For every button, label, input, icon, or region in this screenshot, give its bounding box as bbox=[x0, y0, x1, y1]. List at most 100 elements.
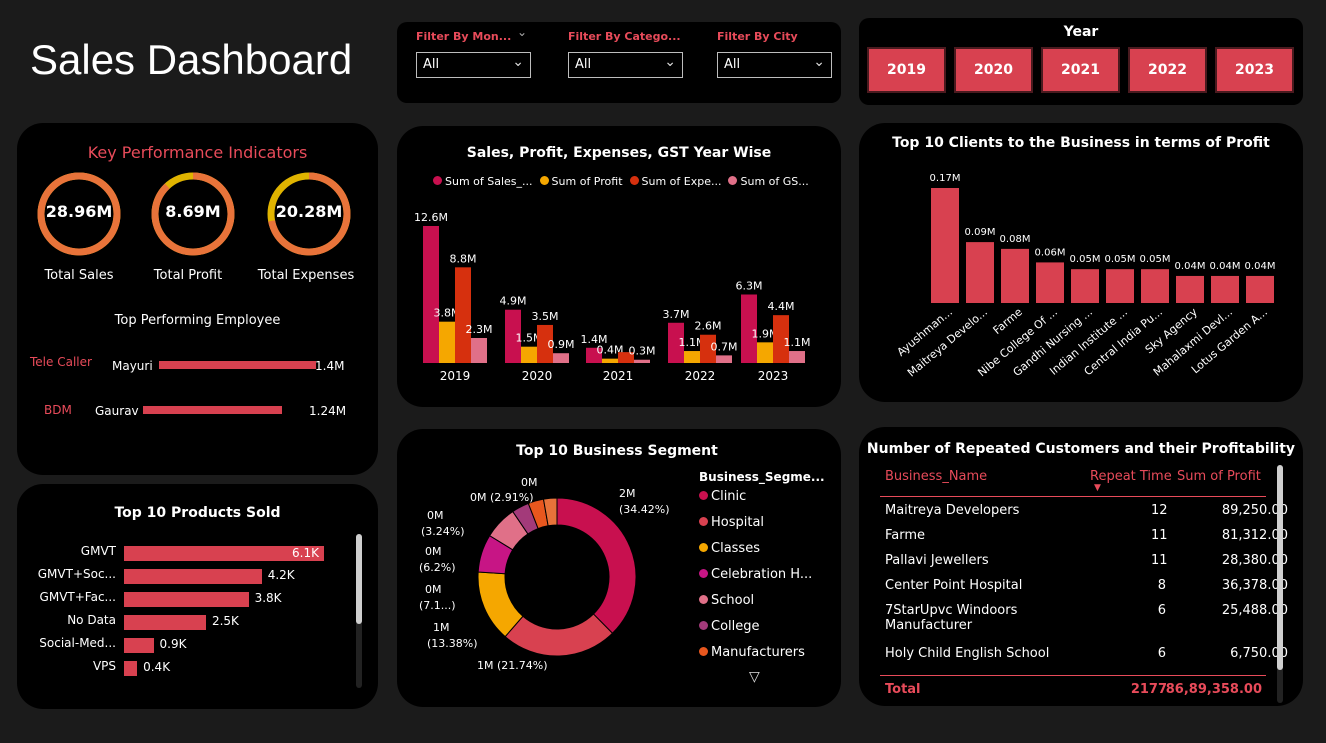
year-button-2021[interactable]: 2021 bbox=[1041, 47, 1120, 93]
year-button-2020[interactable]: 2020 bbox=[954, 47, 1033, 93]
client-bar bbox=[1211, 275, 1239, 303]
employee-bar bbox=[143, 406, 283, 414]
sort-desc-icon[interactable]: ▼ bbox=[1094, 483, 1101, 493]
data-label: 6.3M bbox=[736, 280, 763, 293]
filter-city-label: Filter By City bbox=[717, 30, 798, 43]
page-title: Sales Dashboard bbox=[30, 36, 353, 83]
slice-label: 1M bbox=[433, 621, 450, 634]
segments-panel: Top 10 Business Segment 2M (34.42%) 1M (21… bbox=[397, 429, 841, 707]
legend-item[interactable]: Hospital bbox=[699, 515, 764, 530]
data-label: 0.06M bbox=[1035, 247, 1066, 258]
employee-name: Mayuri bbox=[112, 359, 153, 373]
filter-city[interactable]: Filter By City All ⌄ bbox=[717, 30, 832, 78]
kpi-title: Key Performance Indicators bbox=[87, 143, 308, 162]
table-row[interactable]: Holy Child English School 6 6,750.00 bbox=[885, 646, 1288, 661]
employee-value: 1.24M bbox=[309, 404, 347, 418]
legend-item[interactable]: Celebration H... bbox=[699, 567, 812, 582]
product-bar[interactable] bbox=[124, 592, 249, 607]
table-row[interactable]: Farme 11 81,312.00 bbox=[885, 528, 1288, 543]
table-row[interactable]: Pallavi Jewellers 11 28,380.00 bbox=[885, 553, 1288, 568]
bar-2023-1 bbox=[757, 342, 773, 363]
filter-month-select[interactable]: All ⌄ bbox=[416, 52, 531, 78]
employee-role: Tele Caller bbox=[30, 355, 92, 369]
product-bar[interactable] bbox=[124, 615, 206, 630]
year-button-2019[interactable]: 2019 bbox=[867, 47, 946, 93]
filter-city-value: All bbox=[724, 57, 741, 72]
cell-repeat-time: 6 bbox=[1157, 603, 1166, 618]
cell-repeat-time: 11 bbox=[1151, 528, 1168, 543]
legend-dot bbox=[699, 543, 708, 552]
product-bar[interactable] bbox=[124, 661, 138, 676]
legend-label: Manufacturers bbox=[711, 645, 805, 660]
year-button-2023[interactable]: 2023 bbox=[1215, 47, 1294, 93]
donut-slice-Hospital bbox=[504, 613, 614, 657]
x-tick-label: 2019 bbox=[440, 369, 471, 383]
repeat-table-title: Number of Repeated Customers and their P… bbox=[866, 441, 1296, 457]
client-bar bbox=[1106, 269, 1134, 303]
legend-label: Classes bbox=[711, 541, 760, 556]
cell-business-name: 7StarUpvc Windoors bbox=[885, 603, 1018, 618]
product-label: GMVT+Fac... bbox=[39, 590, 116, 604]
bar-2022-1 bbox=[684, 351, 700, 363]
employee-role: BDM bbox=[44, 403, 72, 417]
employee-title: Top Performing Employee bbox=[114, 313, 281, 328]
slice-percent-label: (3.24%) bbox=[421, 525, 465, 538]
product-value: 2.5K bbox=[211, 614, 239, 628]
total-expenses-value: 20.28M bbox=[275, 202, 343, 221]
filter-category[interactable]: Filter By Catego... All ⌄ bbox=[568, 30, 683, 78]
legend-item[interactable]: School bbox=[699, 593, 754, 608]
scrollbar-thumb[interactable] bbox=[1277, 465, 1283, 670]
column-header-sum-of-profit[interactable]: Sum of Profit bbox=[1177, 469, 1261, 484]
product-bar[interactable] bbox=[124, 638, 154, 653]
slice-label: 0M bbox=[521, 476, 538, 489]
table-scrollbar[interactable] bbox=[1277, 465, 1283, 703]
segments-legend-title: Business_Segme... bbox=[699, 470, 825, 484]
data-label: 12.6M bbox=[414, 211, 448, 224]
data-label: 2.6M bbox=[695, 320, 722, 333]
product-value: 0.4K bbox=[143, 660, 171, 674]
legend-dot bbox=[699, 647, 708, 656]
scrollbar-thumb[interactable] bbox=[356, 534, 362, 624]
legend-item[interactable]: Classes bbox=[699, 541, 760, 556]
product-bar[interactable] bbox=[124, 569, 262, 584]
filter-month[interactable]: Filter By Mon... All ⌄ bbox=[416, 30, 531, 78]
data-label: 4.9M bbox=[500, 295, 527, 308]
filter-city-select[interactable]: All ⌄ bbox=[717, 52, 832, 78]
slice-percent-label: (13.38%) bbox=[427, 637, 478, 650]
header-divider bbox=[880, 496, 1266, 497]
cell-business-name: Farme bbox=[885, 528, 926, 543]
segments-donut: 2M (34.42%) 1M (21.74%) 1M (13.38%) 0M (7.1...… bbox=[419, 476, 670, 672]
column-header-business-name[interactable]: Business_Name bbox=[885, 469, 987, 484]
column-header-repeat-time[interactable]: Repeat Time bbox=[1090, 469, 1172, 484]
product-label: VPS bbox=[92, 659, 116, 673]
legend-item[interactable]: Manufacturers bbox=[699, 645, 805, 660]
filter-category-select[interactable]: All ⌄ bbox=[568, 52, 683, 78]
table-row[interactable]: Maitreya Developers 12 89,250.00 bbox=[885, 503, 1288, 518]
table-row[interactable]: Center Point Hospital 8 36,378.00 bbox=[885, 578, 1288, 593]
product-value: 4.2K bbox=[267, 568, 295, 582]
data-label: 0.04M bbox=[1175, 261, 1206, 272]
legend-item[interactable]: College bbox=[699, 619, 760, 634]
legend-label: College bbox=[711, 619, 760, 634]
year-button-2022[interactable]: 2022 bbox=[1128, 47, 1207, 93]
bar-2021-3 bbox=[634, 359, 650, 363]
data-label: 0.04M bbox=[1245, 261, 1276, 272]
products-scrollbar[interactable] bbox=[356, 534, 362, 688]
yearwise-panel: Sales, Profit, Expenses, GST Year Wise S… bbox=[397, 126, 841, 407]
legend-label: Hospital bbox=[711, 515, 765, 530]
product-label: GMVT+Soc... bbox=[37, 567, 116, 581]
legend-item[interactable]: Clinic bbox=[699, 489, 746, 504]
donut-slice-Clinic bbox=[556, 497, 637, 634]
filter-category-label: Filter By Catego... bbox=[568, 30, 681, 43]
bar-2019-3 bbox=[471, 337, 487, 363]
slice-label: 0M bbox=[427, 509, 444, 522]
cell-repeat-time: 11 bbox=[1151, 553, 1168, 568]
data-label: 0.04M bbox=[1210, 261, 1241, 272]
clients-chart: 0.17MAyushman...0.09MMaitreya Develo...0… bbox=[895, 173, 1276, 380]
table-row[interactable]: 7StarUpvc Windoors Manufacturer 6 25,488… bbox=[885, 603, 1288, 633]
chevron-down-icon[interactable]: ▽ bbox=[749, 669, 760, 685]
client-bar bbox=[1036, 262, 1064, 303]
cell-repeat-time: 12 bbox=[1151, 503, 1168, 518]
chevron-down-icon[interactable]: ⌄ bbox=[517, 25, 527, 39]
product-label: Social-Med... bbox=[39, 636, 116, 650]
